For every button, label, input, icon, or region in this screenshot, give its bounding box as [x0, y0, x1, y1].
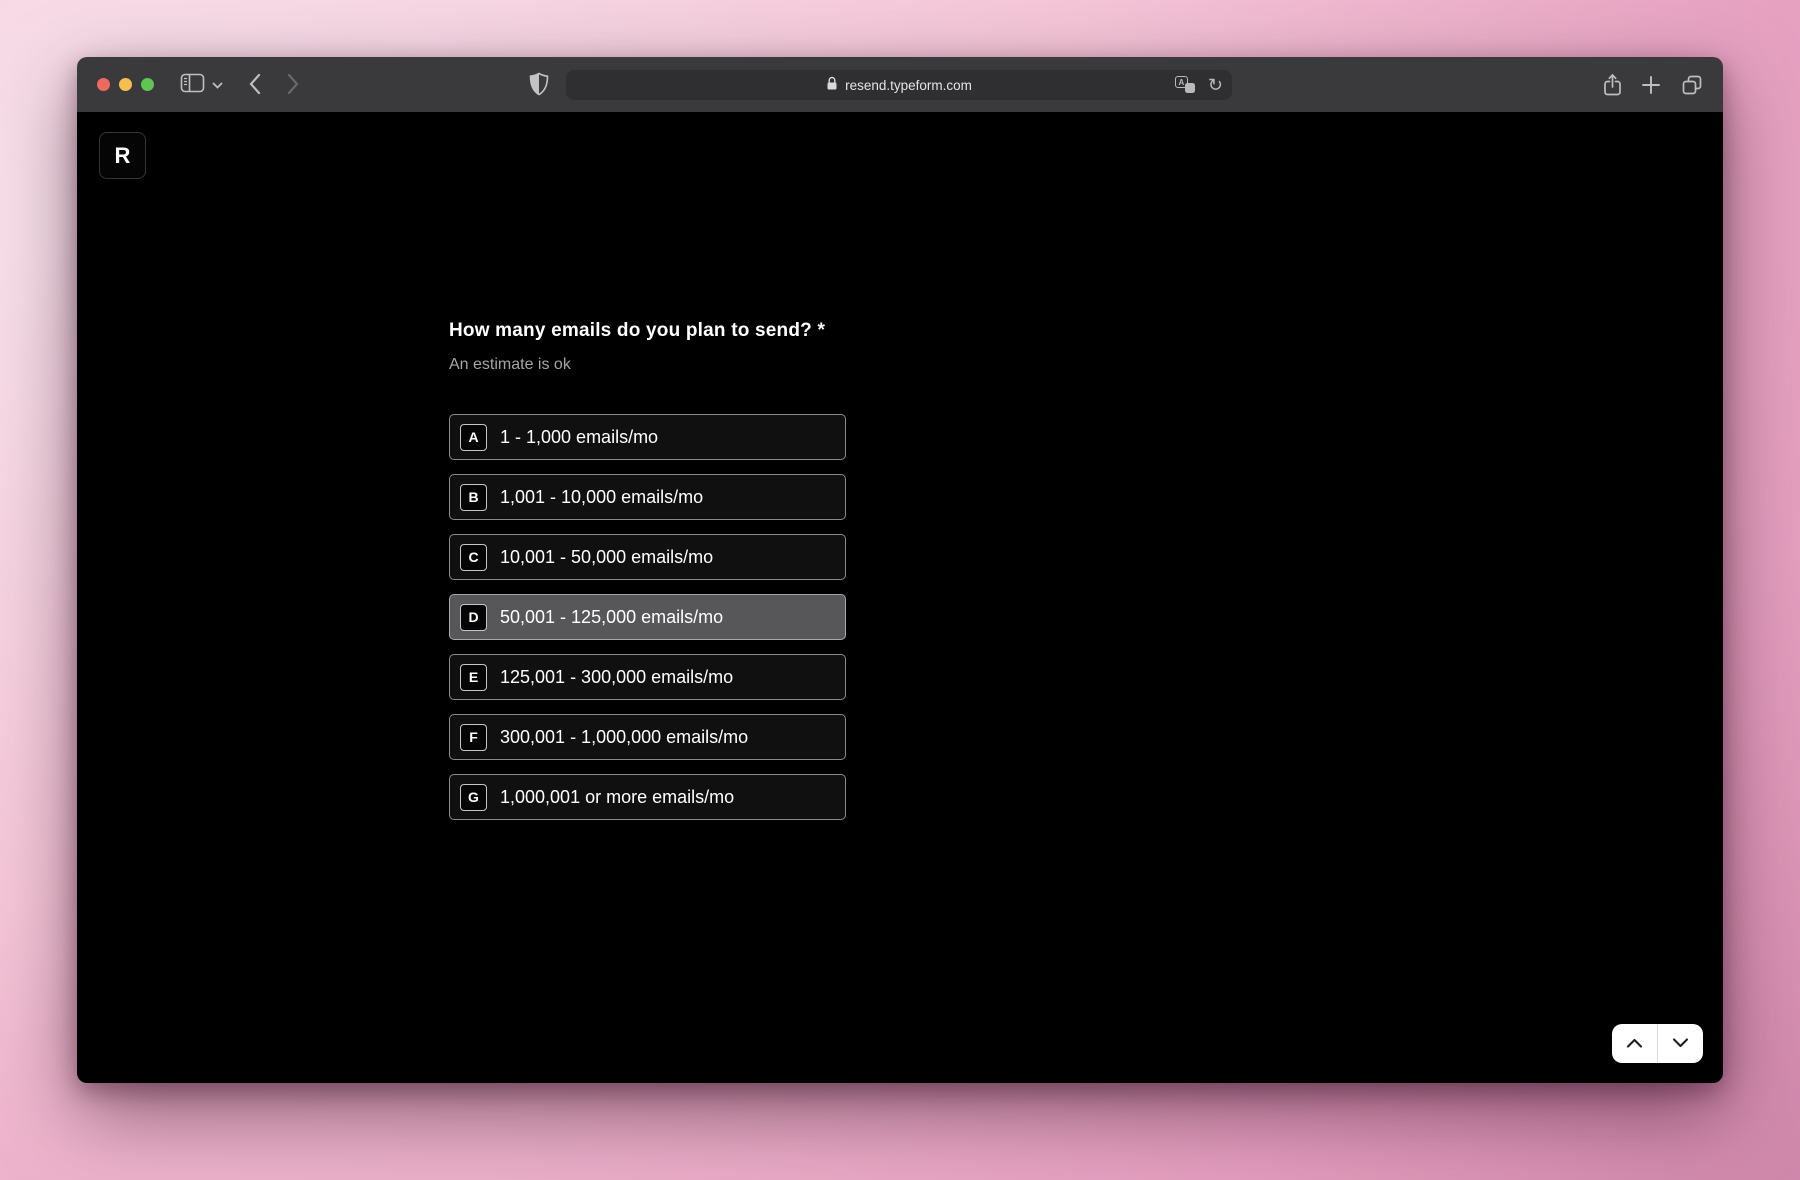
option-key-badge: G	[460, 784, 487, 811]
tabs-icon[interactable]	[1681, 74, 1703, 96]
next-question-button[interactable]	[1658, 1024, 1703, 1063]
close-window-button[interactable]	[97, 78, 110, 91]
option-key-badge: B	[460, 484, 487, 511]
back-button[interactable]	[249, 73, 261, 95]
option-a[interactable]: A 1 - 1,000 emails/mo	[449, 414, 846, 460]
zoom-window-button[interactable]	[141, 78, 154, 91]
option-label: 1,000,001 or more emails/mo	[500, 787, 734, 808]
resend-logo: R	[99, 132, 146, 179]
option-g[interactable]: G 1,000,001 or more emails/mo	[449, 774, 846, 820]
option-f[interactable]: F 300,001 - 1,000,000 emails/mo	[449, 714, 846, 760]
option-key-badge: D	[460, 604, 487, 631]
forward-button[interactable]	[287, 73, 299, 95]
chevron-down-icon	[1672, 1036, 1689, 1051]
question-pager	[1612, 1024, 1703, 1063]
option-label: 50,001 - 125,000 emails/mo	[500, 607, 723, 628]
option-key-badge: C	[460, 544, 487, 571]
plus-icon[interactable]	[1641, 75, 1661, 95]
option-label: 125,001 - 300,000 emails/mo	[500, 667, 733, 688]
option-c[interactable]: C 10,001 - 50,000 emails/mo	[449, 534, 846, 580]
chevron-up-icon	[1626, 1036, 1643, 1051]
address-bar[interactable]: resend.typeform.com A ↻	[566, 70, 1232, 100]
browser-titlebar: resend.typeform.com A ↻	[77, 57, 1723, 112]
reload-icon[interactable]: ↻	[1208, 76, 1223, 94]
option-b[interactable]: B 1,001 - 10,000 emails/mo	[449, 474, 846, 520]
typeform-page: R How many emails do you plan to send? *…	[77, 112, 1723, 1083]
question-title: How many emails do you plan to send? *	[449, 320, 1149, 342]
sidebar-chevron-down-icon[interactable]	[212, 82, 223, 89]
address-domain: resend.typeform.com	[845, 78, 972, 93]
option-label: 1,001 - 10,000 emails/mo	[500, 487, 703, 508]
option-e[interactable]: E 125,001 - 300,000 emails/mo	[449, 654, 846, 700]
translate-icon[interactable]: A	[1175, 76, 1197, 94]
shield-icon[interactable]	[529, 72, 549, 96]
option-key-badge: E	[460, 664, 487, 691]
share-icon[interactable]	[1603, 73, 1622, 97]
question-subtitle: An estimate is ok	[449, 356, 1149, 374]
option-label: 300,001 - 1,000,000 emails/mo	[500, 727, 748, 748]
answer-options: A 1 - 1,000 emails/mo B 1,001 - 10,000 e…	[449, 414, 846, 834]
option-d[interactable]: D 50,001 - 125,000 emails/mo	[449, 594, 846, 640]
option-label: 1 - 1,000 emails/mo	[500, 427, 658, 448]
sidebar-toggle-icon[interactable]	[180, 73, 205, 93]
lock-icon	[826, 76, 838, 94]
window-controls	[97, 78, 154, 91]
option-key-badge: F	[460, 724, 487, 751]
browser-window: resend.typeform.com A ↻	[77, 57, 1723, 1083]
question-block: How many emails do you plan to send? * A…	[449, 320, 1149, 374]
previous-question-button[interactable]	[1612, 1024, 1657, 1063]
option-label: 10,001 - 50,000 emails/mo	[500, 547, 713, 568]
minimize-window-button[interactable]	[119, 78, 132, 91]
option-key-badge: A	[460, 424, 487, 451]
